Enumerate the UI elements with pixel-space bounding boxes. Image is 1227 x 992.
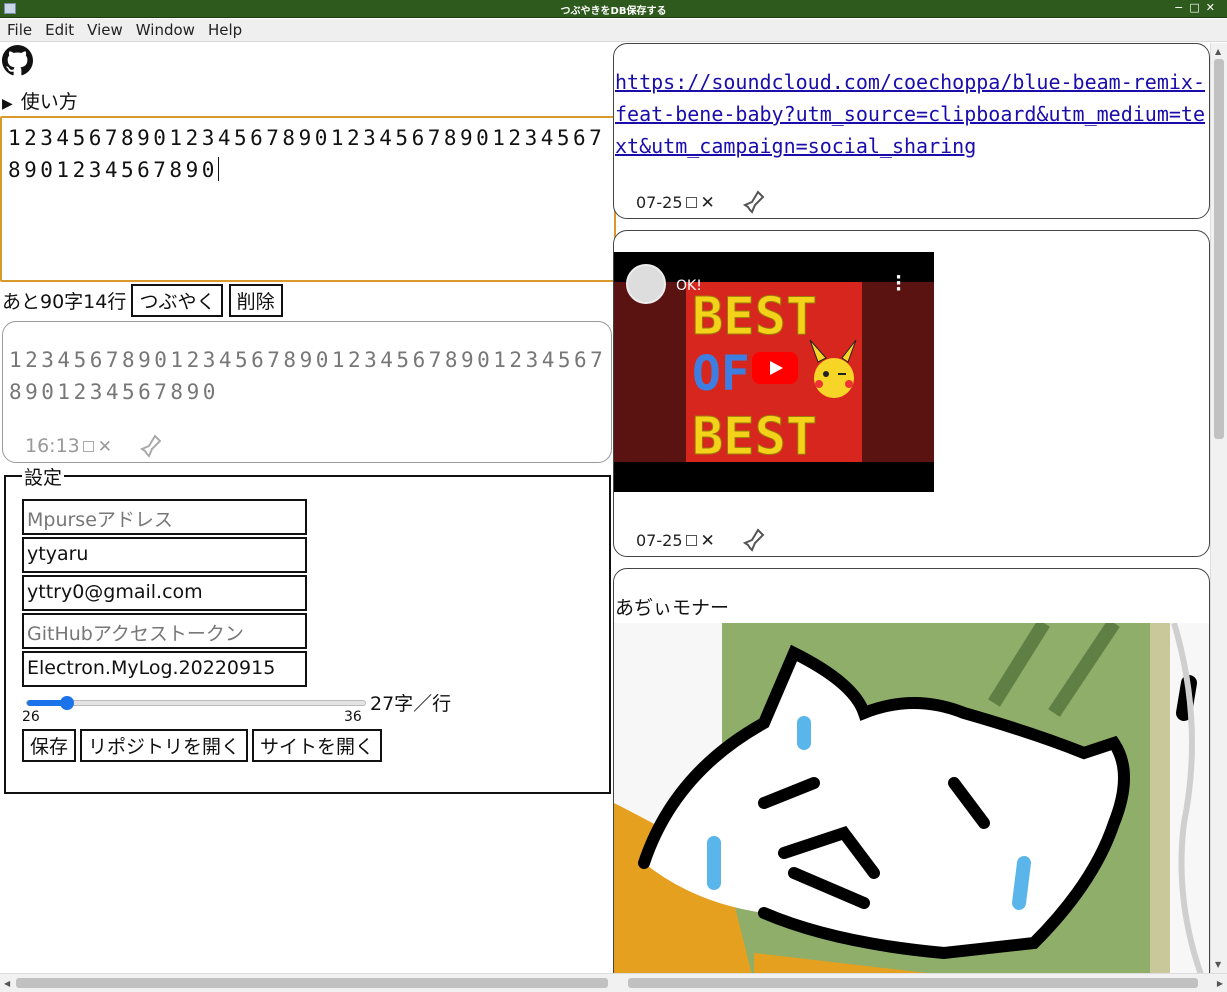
pin-icon[interactable] (139, 434, 162, 463)
text-caret (217, 157, 219, 181)
post-link[interactable]: https://soundcloud.com/coechoppa/blue-be… (615, 66, 1209, 162)
delete-post-icon[interactable]: ✕ (98, 437, 112, 457)
scroll-right-icon[interactable]: ▶ (1217, 979, 1223, 988)
settings-legend: 設定 (22, 463, 65, 490)
draft-post-text: 1234567890123456789012345678901234567890… (9, 348, 607, 404)
slider-max-label: 36 (344, 709, 362, 725)
post-date: 07-25 (636, 193, 683, 212)
post-image-caption: あぢぃモナー (615, 597, 730, 619)
delete-post-icon[interactable]: ✕ (701, 193, 715, 213)
slider-min-label: 26 (22, 709, 40, 725)
post-select-checkbox[interactable] (685, 535, 697, 546)
vertical-scrollbar[interactable]: ▲ ▼ (1210, 43, 1227, 973)
scroll-up-icon[interactable]: ▲ (1215, 47, 1221, 56)
usage-label: 使い方 (20, 91, 78, 113)
settings-fieldset: 設定 Mpurseアドレス ytyaru yttry0@gmail.com Gi… (4, 463, 611, 794)
open-site-button[interactable]: サイトを開く (252, 729, 383, 762)
youtube-embed[interactable]: BEST OF BEST OK! · · · (614, 252, 934, 492)
pin-icon[interactable] (742, 190, 765, 218)
post-card-video: BEST OF BEST OK! · · · 07-25 ✕ (613, 230, 1210, 557)
horizontal-scroll-thumb-right[interactable] (628, 978, 1198, 988)
post-card-image: あぢぃモナー (613, 568, 1210, 973)
pikachu-face (814, 358, 854, 398)
repo-name-input[interactable]: Electron.MyLog.20220915 (22, 651, 307, 687)
tweet-editor[interactable]: 1234567890123456789012345678901234567890… (0, 116, 616, 282)
tweet-toolbar: あと90字14行 つぶやく 削除 (2, 284, 283, 320)
pin-icon[interactable] (742, 528, 765, 556)
username-input[interactable]: ytyaru (22, 537, 307, 573)
mpurse-address-input[interactable]: Mpurseアドレス (22, 499, 307, 535)
horizontal-scrollbar[interactable]: ◀ ▶ (0, 973, 1227, 992)
slider-thumb[interactable] (59, 696, 74, 710)
draft-post-time: 16:13 (25, 435, 80, 457)
window-titlebar: つぶやきをDB保存する −□✕ (0, 0, 1227, 18)
disclosure-triangle-icon: ▶ (2, 96, 13, 112)
play-button-icon[interactable] (752, 352, 798, 384)
save-button[interactable]: 保存 (22, 729, 77, 762)
post-meta: 07-25 ✕ (636, 190, 765, 218)
thumb-text-of: OF (692, 346, 750, 402)
menu-file[interactable]: File (0, 19, 38, 39)
minimize-icon[interactable]: − (1174, 1, 1189, 14)
slider-value-label: 27字／行 (370, 693, 452, 715)
horizontal-scroll-thumb-left[interactable] (16, 978, 608, 988)
menu-edit[interactable]: Edit (38, 19, 80, 39)
delete-post-icon[interactable]: ✕ (701, 531, 715, 551)
vertical-scroll-thumb[interactable] (1214, 59, 1224, 439)
channel-avatar[interactable] (626, 264, 666, 304)
post-card-soundcloud: https://soundcloud.com/coechoppa/blue-be… (613, 43, 1210, 219)
open-repo-button[interactable]: リポジトリを開く (80, 729, 249, 762)
draft-select-checkbox[interactable] (82, 441, 94, 452)
editor-text: 1234567890123456789012345678901234567890… (8, 126, 606, 182)
thumb-text-best-2: BEST (692, 407, 817, 462)
scroll-down-icon[interactable]: ▼ (1215, 960, 1221, 969)
post-select-checkbox[interactable] (685, 197, 697, 208)
more-options-icon[interactable]: · · · (895, 269, 902, 299)
mona-drawing-image (614, 623, 1209, 973)
draft-post-card: 1234567890123456789012345678901234567890… (2, 321, 612, 463)
delete-button[interactable]: 削除 (228, 284, 283, 317)
video-title[interactable]: OK! (676, 278, 702, 294)
window-title: つぶやきをDB保存する (560, 6, 667, 17)
email-input[interactable]: yttry0@gmail.com (22, 575, 307, 611)
settings-buttons: 保存 リポジトリを開く サイトを開く (22, 729, 386, 762)
maximize-icon[interactable]: □ (1189, 1, 1205, 14)
scroll-left-icon[interactable]: ◀ (4, 979, 10, 988)
draft-post-meta: 16:13 ✕ (25, 434, 162, 463)
menu-view[interactable]: View (80, 19, 129, 39)
thumb-text-best: BEST (692, 287, 817, 347)
post-date: 07-25 (636, 531, 683, 550)
chars-per-line-slider[interactable] (26, 696, 366, 710)
app-content: ▶ 使い方 12345678901234567890123456789012345… (0, 43, 1210, 973)
tweet-button[interactable]: つぶやく (131, 284, 224, 317)
usage-toggle[interactable]: ▶ 使い方 (2, 87, 78, 114)
window-controls[interactable]: −□✕ (1174, 1, 1221, 14)
char-counter: あと90字14行 (2, 291, 127, 313)
menu-help[interactable]: Help (201, 19, 248, 39)
github-token-input[interactable]: GitHubアクセストークン (22, 613, 307, 649)
github-icon[interactable] (2, 45, 33, 76)
close-icon[interactable]: ✕ (1206, 1, 1221, 14)
menu-bar: File Edit View Window Help (0, 19, 1227, 42)
menu-window[interactable]: Window (129, 19, 201, 39)
post-meta: 07-25 ✕ (636, 528, 765, 556)
